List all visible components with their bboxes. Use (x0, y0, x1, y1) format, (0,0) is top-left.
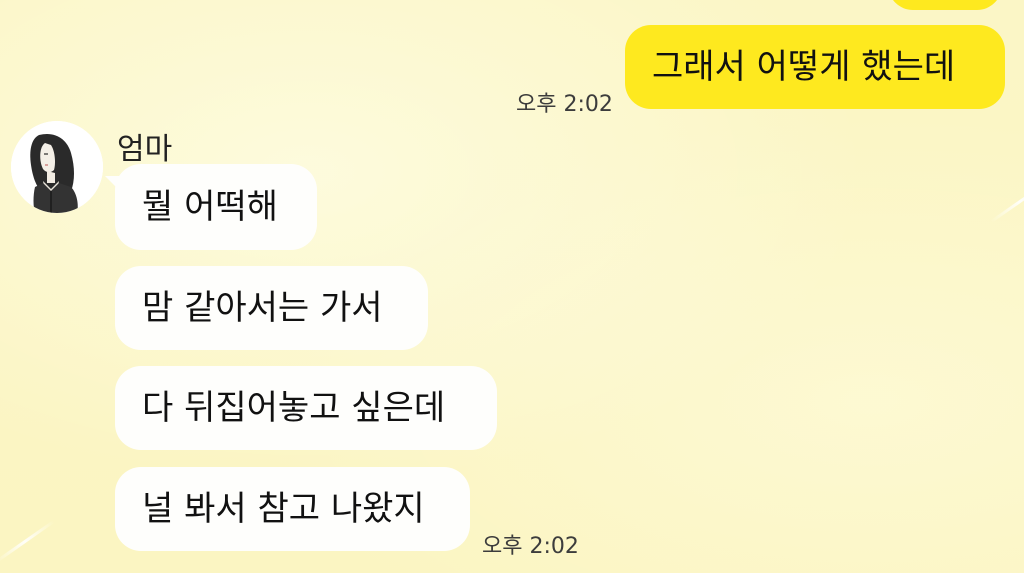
incoming-message-bubble[interactable]: 맘 같아서는 가서 (115, 266, 428, 350)
message-text: 그래서 어떻게 했는데 (652, 47, 956, 87)
incoming-message-bubble[interactable]: 널 봐서 참고 나왔지 (115, 467, 470, 551)
woman-portrait-avatar-icon (11, 121, 103, 213)
incoming-message-bubble[interactable]: 뭘 어떡해 (105, 164, 317, 250)
bubble-tail (105, 176, 119, 190)
message-text: 뭘 어떡해 (142, 187, 278, 227)
message-text: 널 봐서 참고 나왔지 (142, 489, 425, 529)
outgoing-message-bubble[interactable]: 그래서 어떻게 했는데 (625, 25, 1005, 109)
incoming-timestamp: 오후 2:02 (482, 534, 579, 559)
contact-avatar[interactable] (11, 121, 103, 213)
outgoing-timestamp: 오후 2:02 (516, 92, 613, 117)
message-text: 맘 같아서는 가서 (142, 288, 383, 328)
contact-name: 엄마 (117, 132, 173, 167)
outgoing-message-bubble-partial[interactable] (888, 0, 1002, 10)
message-text: 다 뒤집어놓고 싶은데 (142, 388, 446, 428)
incoming-message-bubble[interactable]: 다 뒤집어놓고 싶은데 (115, 366, 497, 450)
